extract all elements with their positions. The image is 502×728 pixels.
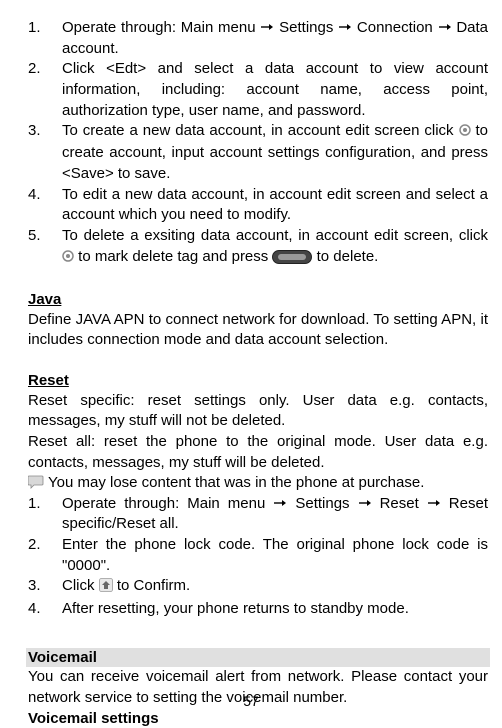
arrow-right-icon <box>427 495 449 512</box>
list-item: 2. Click <Edt> and select a data account… <box>28 59 488 121</box>
list-item: 1. Operate through: Main menu Settings R… <box>28 494 488 535</box>
home-key-icon <box>99 578 113 599</box>
text: To delete a exsiting data account, in ac… <box>62 227 488 244</box>
reset-note: You may lose content that was in the pho… <box>28 473 488 493</box>
list-item: 3. Click to Confirm. <box>28 576 488 599</box>
list-number: 2. <box>28 59 62 121</box>
text: Reset <box>380 495 427 512</box>
list-body: Click to Confirm. <box>62 576 488 599</box>
java-heading: Java <box>28 290 488 310</box>
list-item: 4. To edit a new data account, in accoun… <box>28 185 488 226</box>
text: to Confirm. <box>113 577 191 594</box>
list-body: To edit a new data account, in account e… <box>62 185 488 226</box>
delete-circle-icon <box>62 248 74 269</box>
list-number: 5. <box>28 226 62 270</box>
arrow-right-icon <box>338 19 357 36</box>
list-body: Operate through: Main menu Settings Rese… <box>62 494 488 535</box>
text: Settings <box>279 19 338 36</box>
add-circle-icon <box>459 122 471 143</box>
reset-heading: Reset <box>28 371 488 391</box>
text: to mark delete tag and press <box>74 248 272 265</box>
text: Operate through: Main menu <box>62 495 273 512</box>
text: Connection <box>357 19 438 36</box>
page-number: 57 <box>0 693 502 709</box>
list-body: To create a new data account, in account… <box>62 121 488 184</box>
list-body: Click <Edt> and select a data account to… <box>62 59 488 121</box>
delete-button-icon <box>272 250 312 271</box>
list-item: 5. To delete a exsiting data account, in… <box>28 226 488 270</box>
manual-page: 1. Operate through: Main menu Settings C… <box>0 0 502 717</box>
voicemail-sub-heading: Voicemail settings <box>28 709 488 728</box>
text: Operate through: Main menu <box>62 19 260 36</box>
text: to delete. <box>312 248 378 265</box>
text: Settings <box>295 495 357 512</box>
reset-paragraph-2: Reset all: reset the phone to the origin… <box>28 432 488 473</box>
list-number: 1. <box>28 18 62 59</box>
text: To create a new data account, in account… <box>62 122 459 139</box>
text: Click <box>62 577 99 594</box>
list-body: Enter the phone lock code. The original … <box>62 535 488 576</box>
java-paragraph: Define JAVA APN to connect network for d… <box>28 310 488 351</box>
data-account-steps: 1. Operate through: Main menu Settings C… <box>28 18 488 270</box>
list-item: 1. Operate through: Main menu Settings C… <box>28 18 488 59</box>
list-body: To delete a exsiting data account, in ac… <box>62 226 488 270</box>
list-body: Operate through: Main menu Settings Conn… <box>62 18 488 59</box>
list-number: 3. <box>28 121 62 184</box>
reset-steps: 1. Operate through: Main menu Settings R… <box>28 494 488 620</box>
info-bubble-icon <box>28 475 44 495</box>
list-number: 4. <box>28 599 62 620</box>
list-number: 3. <box>28 576 62 599</box>
arrow-right-icon <box>273 495 295 512</box>
list-number: 4. <box>28 185 62 226</box>
note-text: You may lose content that was in the pho… <box>48 473 424 493</box>
list-item: 2. Enter the phone lock code. The origin… <box>28 535 488 576</box>
arrow-right-icon <box>260 19 279 36</box>
list-body: After resetting, your phone returns to s… <box>62 599 488 620</box>
arrow-right-icon <box>438 19 457 36</box>
list-item: 4. After resetting, your phone returns t… <box>28 599 488 620</box>
reset-paragraph-1: Reset specific: reset settings only. Use… <box>28 391 488 432</box>
list-item: 3. To create a new data account, in acco… <box>28 121 488 184</box>
list-number: 2. <box>28 535 62 576</box>
arrow-right-icon <box>358 495 380 512</box>
voicemail-heading: Voicemail <box>26 648 490 668</box>
list-number: 1. <box>28 494 62 535</box>
